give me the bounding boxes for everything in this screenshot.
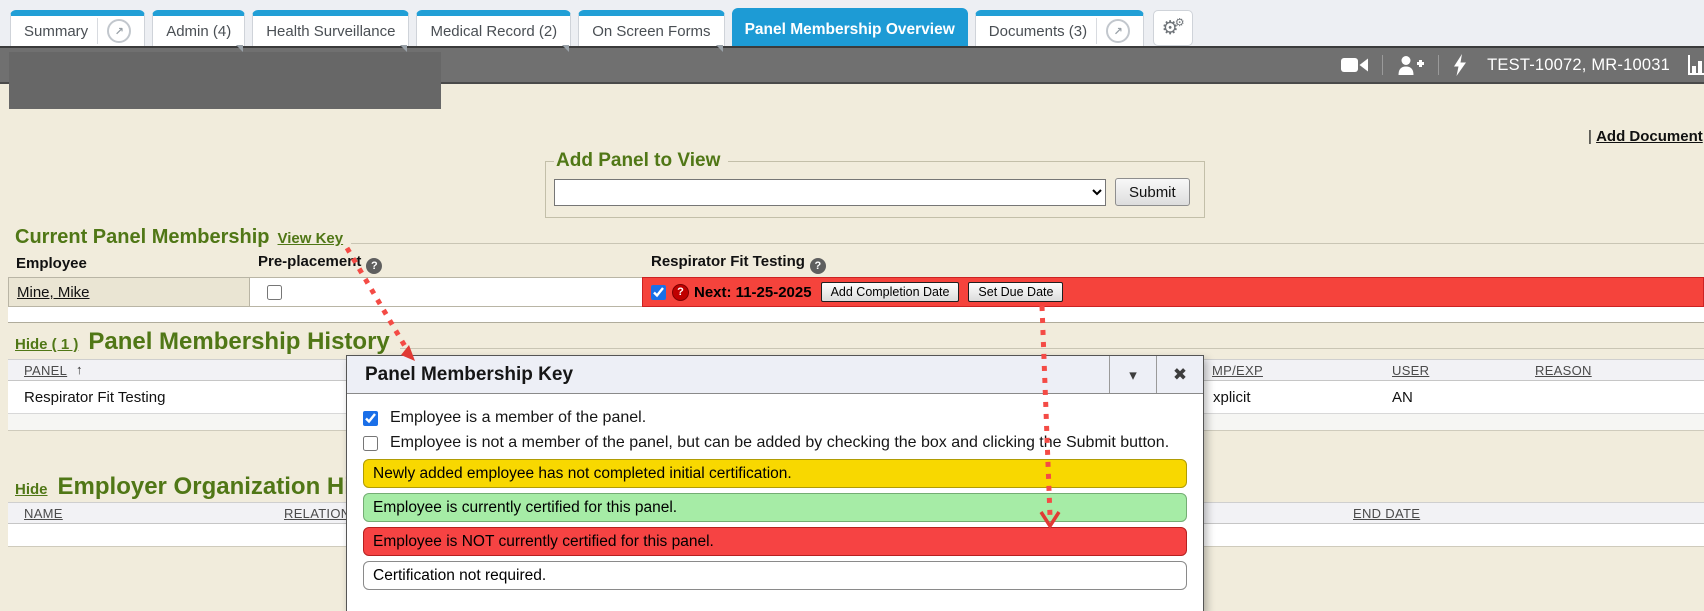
col-name[interactable]: NAME xyxy=(24,506,63,521)
tab-divider xyxy=(1096,18,1097,44)
tab-panel-membership-overview[interactable]: Panel Membership Overview xyxy=(732,8,968,46)
gear-icon-small: ⚙ xyxy=(1175,18,1185,29)
tab-summary[interactable]: Summary ↗ xyxy=(10,10,145,46)
dialog-title-bar[interactable]: Panel Membership Key ▾ ✖ xyxy=(347,356,1203,394)
history-panel-value: Respirator Fit Testing xyxy=(24,389,165,406)
close-icon: ✖ xyxy=(1173,365,1187,385)
employee-link[interactable]: Mine, Mike xyxy=(17,284,90,301)
empty-table-strip xyxy=(8,307,1704,323)
key-nonmember-label: Employee is not a member of the panel, b… xyxy=(390,434,1169,452)
help-glyph: ? xyxy=(815,260,822,272)
settings-gears-button[interactable]: ⚙ ⚙ xyxy=(1153,10,1193,46)
current-panel-header: Current Panel Membership View Key xyxy=(15,226,1704,252)
set-due-date-button[interactable]: Set Due Date xyxy=(968,282,1063,302)
add-panel-select[interactable] xyxy=(554,179,1106,206)
employer-history-title: Employer Organization His xyxy=(58,473,365,501)
patient-identifier: TEST-10072, MR-10031 xyxy=(1487,56,1670,75)
collapsed-header-panel xyxy=(9,52,441,109)
popout-icon[interactable]: ↗ xyxy=(1106,19,1130,43)
tab-on-screen-forms-label: On Screen Forms xyxy=(592,23,710,40)
add-person-icon[interactable] xyxy=(1397,55,1424,75)
membership-history-title: Panel Membership History xyxy=(88,328,389,356)
tab-summary-label: Summary xyxy=(24,23,88,40)
header-divider xyxy=(1438,55,1439,75)
col-respirator-fit-testing: Respirator Fit Testing? xyxy=(651,253,826,274)
header-divider xyxy=(1382,55,1383,75)
history-user-value: AN xyxy=(1392,389,1413,406)
tab-admin[interactable]: Admin (4) xyxy=(152,10,245,46)
help-glyph: ? xyxy=(677,286,684,298)
pre-placement-cell xyxy=(249,277,643,307)
caret-down-icon: ▾ xyxy=(1129,366,1137,384)
respirator-member-checkbox[interactable] xyxy=(651,285,666,300)
employee-cell: Mine, Mike xyxy=(8,277,250,307)
video-camera-icon[interactable] xyxy=(1341,56,1368,74)
dialog-title: Panel Membership Key xyxy=(347,356,1109,393)
dialog-close-button[interactable]: ✖ xyxy=(1156,356,1203,393)
section-line xyxy=(351,243,1704,244)
respirator-status-cell: ? Next: 11-25-2025 Add Completion Date S… xyxy=(642,277,1704,307)
key-member-checkbox[interactable] xyxy=(363,411,378,426)
col-pre-placement: Pre-placement? xyxy=(258,253,382,274)
add-panel-legend: Add Panel to View xyxy=(554,150,728,172)
panel-membership-key-dialog: Panel Membership Key ▾ ✖ Employee is a m… xyxy=(346,355,1204,611)
history-comp-exp-value: xplicit xyxy=(1213,389,1251,406)
key-item-not-required: Certification not required. xyxy=(363,561,1187,590)
col-panel[interactable]: PANEL xyxy=(24,363,67,378)
popout-glyph: ↗ xyxy=(1114,25,1123,38)
tab-medical-record-label: Medical Record (2) xyxy=(430,23,557,40)
help-icon[interactable]: ? xyxy=(810,258,826,274)
view-key-link[interactable]: View Key xyxy=(278,230,344,247)
help-icon-red[interactable]: ? xyxy=(672,284,689,301)
tab-on-screen-forms[interactable]: On Screen Forms xyxy=(578,10,724,46)
hide-history-link[interactable]: Hide ( 1 ) xyxy=(15,336,78,353)
popout-glyph: ↗ xyxy=(115,25,124,38)
tab-medical-record[interactable]: Medical Record (2) xyxy=(416,10,571,46)
lightning-icon[interactable] xyxy=(1453,54,1467,76)
dialog-body: Employee is a member of the panel. Emplo… xyxy=(347,394,1203,590)
key-item-not-certified: Employee is NOT currently certified for … xyxy=(363,527,1187,556)
col-reason[interactable]: REASON xyxy=(1535,363,1592,378)
add-document-area: | Add Document xyxy=(1588,128,1703,145)
page: Summary ↗ Admin (4) Health Surveillance … xyxy=(0,0,1704,611)
tab-admin-label: Admin (4) xyxy=(166,23,231,40)
key-member-label: Employee is a member of the panel. xyxy=(390,409,646,427)
key-item-certified: Employee is currently certified for this… xyxy=(363,493,1187,522)
tab-bar: Summary ↗ Admin (4) Health Surveillance … xyxy=(0,0,1704,46)
add-panel-fieldset: Add Panel to View Submit xyxy=(545,150,1205,218)
bar-chart-icon[interactable] xyxy=(1688,55,1704,75)
separator: | xyxy=(1588,128,1592,145)
hide-employer-link[interactable]: Hide xyxy=(15,481,48,498)
current-panel-title: Current Panel Membership xyxy=(15,226,270,249)
dialog-collapse-button[interactable]: ▾ xyxy=(1109,356,1156,393)
help-icon[interactable]: ? xyxy=(366,258,382,274)
tab-health-surveillance-label: Health Surveillance xyxy=(266,23,395,40)
help-glyph: ? xyxy=(371,260,378,272)
section-line xyxy=(400,348,1704,349)
next-due-label: Next: 11-25-2025 xyxy=(694,284,812,301)
col-end-date[interactable]: END DATE xyxy=(1353,506,1420,521)
tab-divider xyxy=(97,18,98,44)
submit-button[interactable]: Submit xyxy=(1115,178,1190,206)
key-member-row: Employee is a member of the panel. xyxy=(363,409,1187,427)
membership-history-header: Hide ( 1 ) Panel Membership History xyxy=(15,328,1704,358)
popout-icon[interactable]: ↗ xyxy=(107,19,131,43)
key-item-not-completed: Newly added employee has not completed i… xyxy=(363,459,1187,488)
pre-placement-checkbox[interactable] xyxy=(267,285,282,300)
col-relationship[interactable]: RELATION xyxy=(284,506,350,521)
col-user[interactable]: USER xyxy=(1392,363,1429,378)
tab-health-surveillance[interactable]: Health Surveillance xyxy=(252,10,409,46)
col-comp-exp[interactable]: MP/EXP xyxy=(1212,363,1263,378)
col-employee: Employee xyxy=(16,255,87,272)
add-completion-date-button[interactable]: Add Completion Date xyxy=(821,282,960,302)
key-nonmember-row: Employee is not a member of the panel, b… xyxy=(363,434,1187,452)
add-document-link[interactable]: Add Document xyxy=(1596,128,1703,145)
tab-documents[interactable]: Documents (3) ↗ xyxy=(975,10,1144,46)
tab-documents-label: Documents (3) xyxy=(989,23,1087,40)
key-nonmember-checkbox[interactable] xyxy=(363,436,378,451)
col-panel-label: PANEL xyxy=(24,363,67,378)
sort-ascending-icon[interactable]: ↑ xyxy=(76,362,83,377)
tab-panel-membership-overview-label: Panel Membership Overview xyxy=(745,21,955,39)
